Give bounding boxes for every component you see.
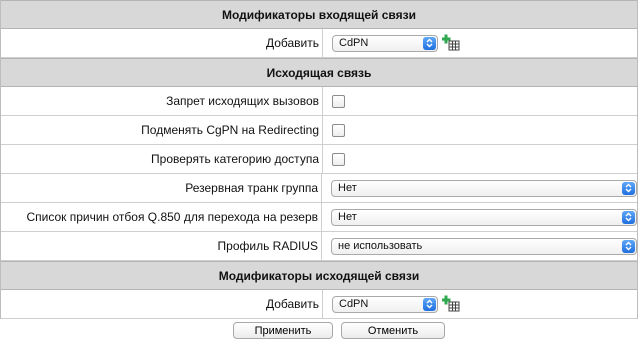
outgoing-row: Запрет исходящих вызовов bbox=[1, 87, 637, 116]
block-outgoing-checkbox[interactable] bbox=[332, 94, 345, 108]
add-table-icon[interactable] bbox=[442, 34, 460, 52]
replace-cgpn-checkbox[interactable] bbox=[332, 123, 345, 137]
outgoing-modifiers-title: Модификаторы исходящей связи bbox=[218, 268, 420, 283]
backup-trunk-group-select[interactable]: Нет bbox=[331, 179, 637, 197]
incoming-add-label: Добавить bbox=[1, 29, 323, 57]
outgoing-header: Исходящая связь bbox=[1, 58, 637, 87]
check-access-category-checkbox[interactable] bbox=[332, 152, 345, 166]
incoming-add-row: Добавить CdPN bbox=[1, 29, 637, 58]
select-arrows-icon bbox=[423, 36, 436, 50]
add-table-icon[interactable] bbox=[442, 295, 460, 313]
incoming-add-cell: CdPN bbox=[323, 29, 637, 57]
block-outgoing-label: Запрет исходящих вызовов bbox=[1, 87, 323, 115]
incoming-modifier-select[interactable]: CdPN bbox=[332, 34, 438, 52]
outgoing-row: Проверять категорию доступа bbox=[1, 145, 637, 174]
select-arrows-icon bbox=[622, 239, 635, 253]
radius-profile-value: не использовать bbox=[338, 240, 423, 252]
radius-profile-label: Профиль RADIUS bbox=[1, 232, 322, 260]
settings-table: Модификаторы входящей связи Добавить CdP… bbox=[0, 0, 638, 319]
outgoing-row: Профиль RADIUS не использовать bbox=[1, 232, 637, 261]
outgoing-add-label: Добавить bbox=[1, 290, 323, 318]
replace-cgpn-label: Подменять CgPN на Redirecting bbox=[1, 116, 323, 144]
backup-trunk-group-value: Нет bbox=[338, 182, 357, 194]
outgoing-row: Резервная транк группа Нет bbox=[1, 174, 637, 203]
outgoing-modifiers-header: Модификаторы исходящей связи bbox=[1, 261, 637, 290]
select-arrows-icon bbox=[622, 181, 635, 195]
backup-trunk-group-label: Резервная транк группа bbox=[1, 174, 322, 202]
incoming-modifiers-title: Модификаторы входящей связи bbox=[222, 7, 416, 22]
q850-causes-value: Нет bbox=[338, 211, 357, 223]
form-actions: Применить Отменить bbox=[0, 322, 638, 339]
incoming-modifiers-header: Модификаторы входящей связи bbox=[1, 0, 637, 29]
outgoing-row: Список причин отбоя Q.850 для перехода н… bbox=[1, 203, 637, 232]
radius-profile-select[interactable]: не использовать bbox=[331, 237, 637, 255]
outgoing-modifier-select-value: CdPN bbox=[339, 298, 369, 310]
q850-causes-select[interactable]: Нет bbox=[331, 208, 637, 226]
outgoing-add-cell: CdPN bbox=[323, 290, 637, 318]
q850-causes-label: Список причин отбоя Q.850 для перехода н… bbox=[1, 203, 322, 231]
outgoing-row: Подменять CgPN на Redirecting bbox=[1, 116, 637, 145]
outgoing-title: Исходящая связь bbox=[266, 65, 372, 80]
incoming-modifier-select-value: CdPN bbox=[339, 37, 369, 49]
select-arrows-icon bbox=[622, 210, 635, 224]
check-access-category-label: Проверять категорию доступа bbox=[1, 145, 323, 173]
apply-button[interactable]: Применить bbox=[233, 322, 333, 339]
outgoing-modifier-select[interactable]: CdPN bbox=[332, 295, 438, 313]
cancel-button[interactable]: Отменить bbox=[341, 322, 445, 339]
outgoing-add-row: Добавить CdPN bbox=[1, 290, 637, 319]
select-arrows-icon bbox=[423, 297, 436, 311]
